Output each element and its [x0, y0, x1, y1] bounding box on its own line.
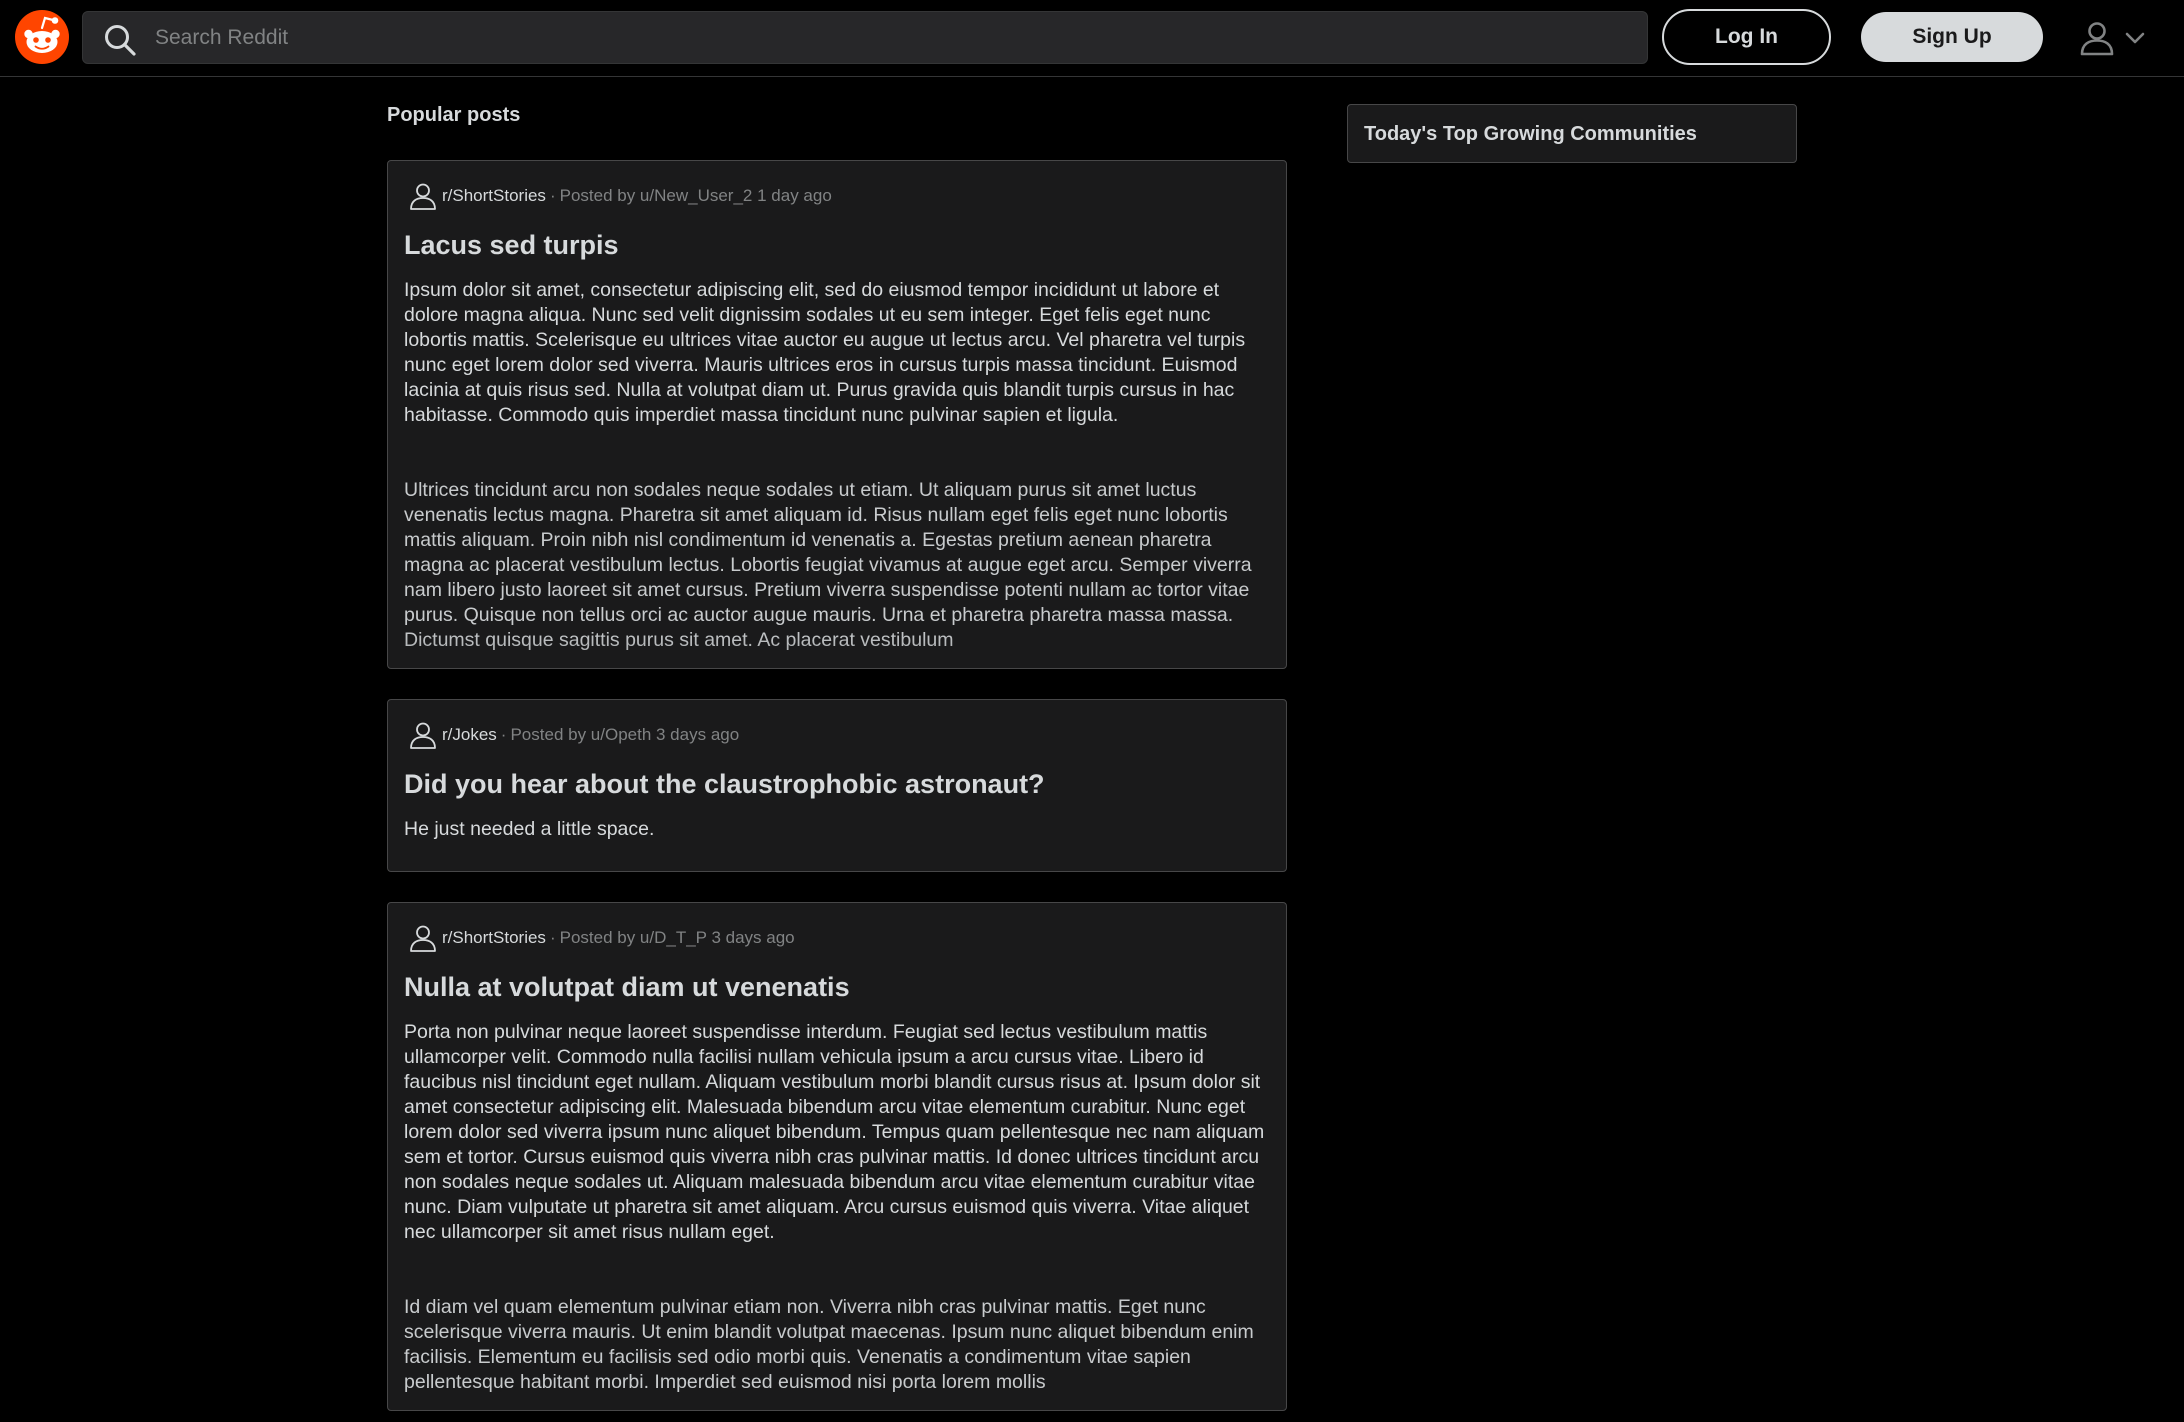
user-icon [2080, 22, 2114, 56]
search-bar[interactable] [82, 11, 1648, 64]
post-title[interactable]: Lacus sed turpis [404, 230, 619, 261]
posted-by-text: Posted by u/D_T_P 3 days ago [559, 928, 795, 947]
subreddit-avatar-icon [410, 183, 436, 210]
post-meta: r/Jokes · Posted by u/Opeth 3 days ago [408, 718, 739, 752]
user-dropdown[interactable] [2078, 18, 2158, 58]
post-paragraph: Porta non pulvinar neque laoreet suspend… [404, 1021, 1265, 1243]
sign-up-button[interactable]: Sign Up [1861, 12, 2043, 62]
sidebar-title: Today's Top Growing Communities [1364, 123, 1697, 145]
post-body: Ipsum dolor sit amet, consectetur adipis… [404, 278, 1272, 453]
subreddit-avatar-icon [410, 925, 436, 952]
post-title[interactable]: Nulla at volutpat diam ut venenatis [404, 972, 850, 1003]
post-body-faded: Id diam vel quam elementum pulvinar etia… [404, 1295, 1272, 1395]
top-growing-communities-card: Today's Top Growing Communities [1347, 104, 1797, 163]
post-title[interactable]: Did you hear about the claustrophobic as… [404, 769, 1045, 800]
search-input[interactable] [155, 12, 1625, 63]
post-paragraph: Ipsum dolor sit amet, consectetur adipis… [404, 279, 1246, 426]
post-paragraph: He just needed a little space. [404, 818, 655, 840]
post-card[interactable]: r/ShortStories · Posted by u/New_User_2 … [387, 160, 1287, 669]
posted-by-text: Posted by u/Opeth 3 days ago [510, 725, 740, 744]
posted-by-text: Posted by u/New_User_2 1 day ago [559, 186, 832, 205]
post-card[interactable]: r/Jokes · Posted by u/Opeth 3 days ago D… [387, 699, 1287, 872]
meta-separator: · [500, 725, 507, 744]
search-icon [105, 25, 136, 56]
post-paragraph: Id diam vel quam elementum pulvinar etia… [404, 1296, 1254, 1393]
post-body: He just needed a little space. [404, 817, 1272, 867]
meta-separator: · [549, 186, 556, 205]
post-meta: r/ShortStories · Posted by u/D_T_P 3 day… [408, 921, 795, 955]
log-in-button[interactable]: Log In [1662, 9, 1831, 65]
meta-separator: · [549, 928, 556, 947]
subreddit-link[interactable]: r/ShortStories [442, 928, 546, 948]
top-header: Log In Sign Up [0, 0, 2184, 77]
subreddit-link[interactable]: r/Jokes [442, 725, 497, 745]
section-title: Popular posts [387, 104, 521, 126]
post-meta: r/ShortStories · Posted by u/New_User_2 … [408, 179, 832, 213]
post-paragraph: Ultrices tincidunt arcu non sodales nequ… [404, 479, 1252, 650]
chevron-down-icon [2125, 32, 2145, 44]
subreddit-link[interactable]: r/ShortStories [442, 186, 546, 206]
subreddit-avatar-icon [410, 722, 436, 749]
reddit-logo-icon[interactable] [14, 9, 70, 65]
post-card[interactable]: r/ShortStories · Posted by u/D_T_P 3 day… [387, 902, 1287, 1411]
post-body-faded: Ultrices tincidunt arcu non sodales nequ… [404, 478, 1272, 650]
post-body: Porta non pulvinar neque laoreet suspend… [404, 1020, 1272, 1270]
